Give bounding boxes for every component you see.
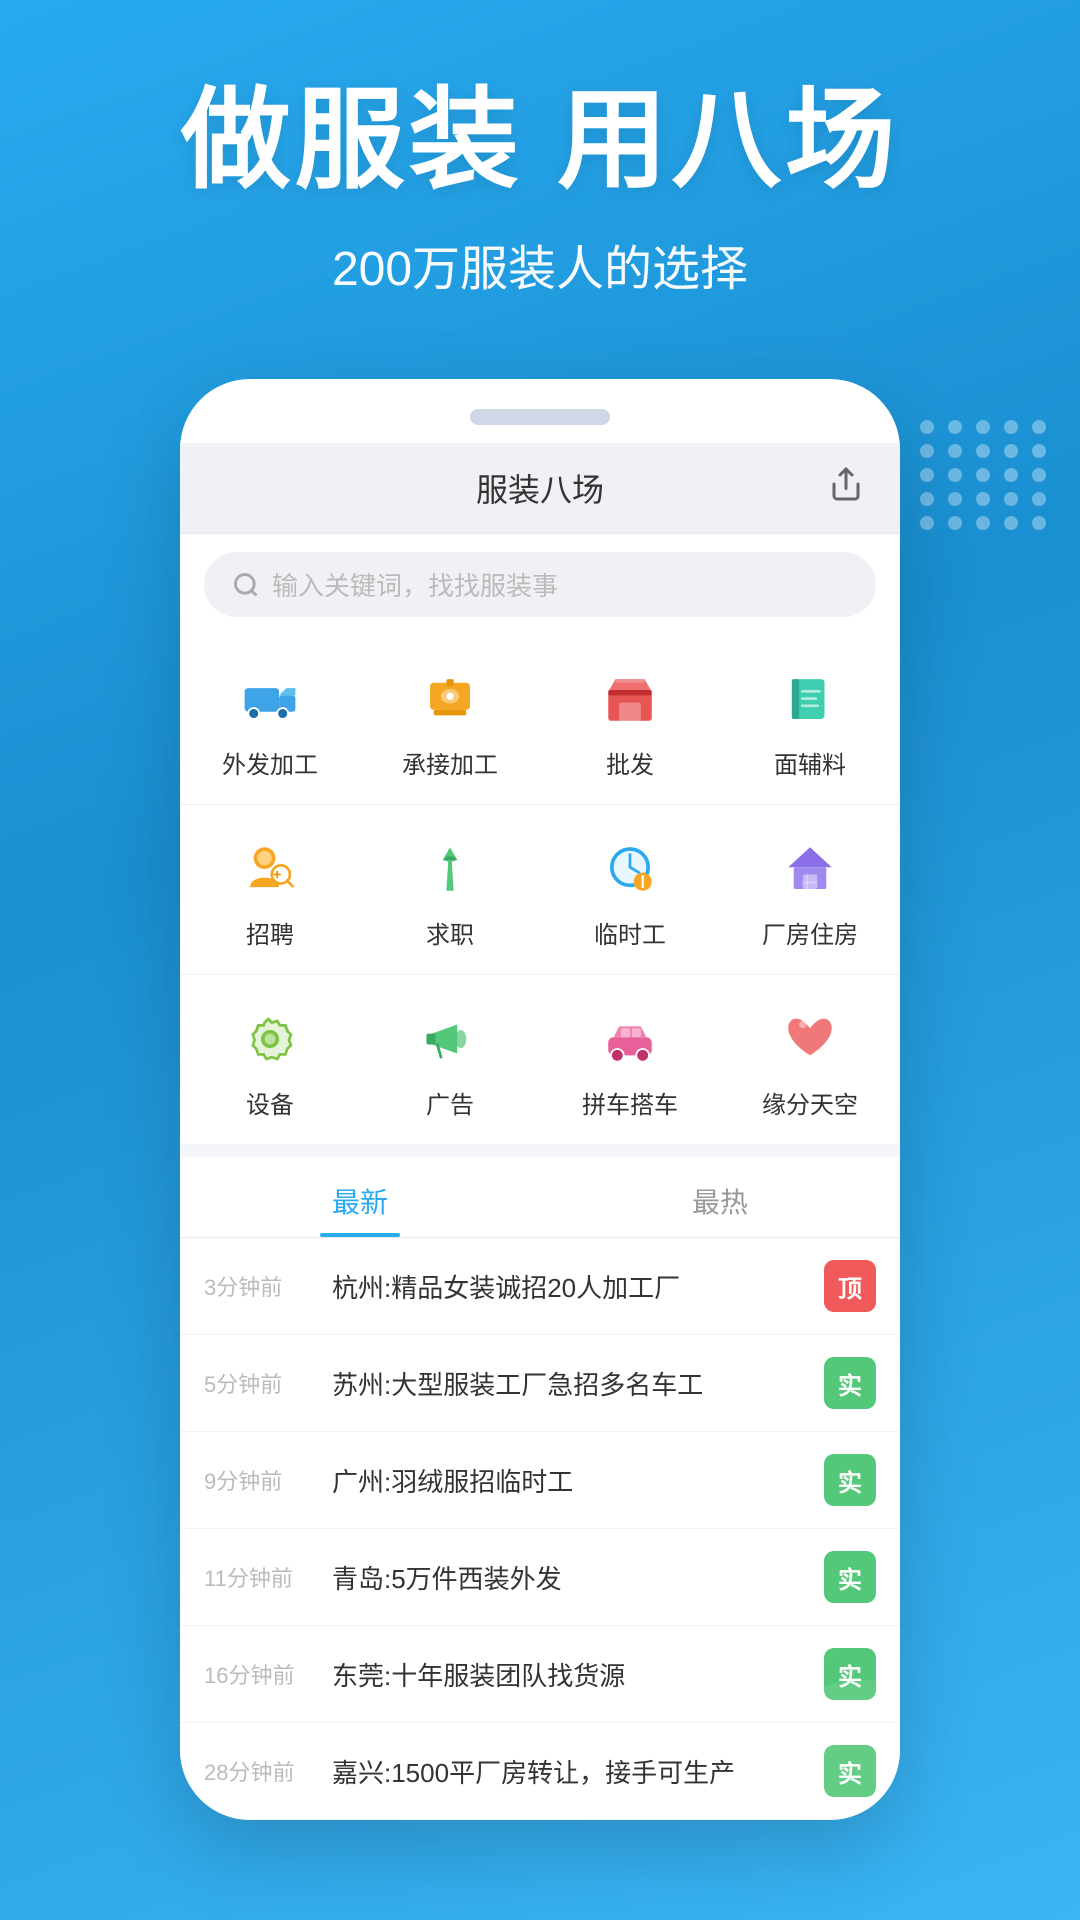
category-label-pifa: 批发 (606, 745, 654, 780)
feed-badge-1: 实 (824, 1357, 876, 1409)
category-label-linshi: 临时工 (594, 915, 666, 950)
feed-content-2: 广州:羽绒服招临时工 (332, 1462, 806, 1499)
search-input-wrap[interactable]: 输入关键词，找找服装事 (204, 552, 876, 617)
category-qiuzhi[interactable]: 求职 (360, 815, 540, 968)
heart-icon (778, 1007, 842, 1071)
car-icon (598, 1007, 662, 1071)
feed-content-3: 青岛:5万件西装外发 (332, 1559, 806, 1596)
house-icon (778, 837, 842, 901)
feed-time-1: 5分钟前 (204, 1367, 314, 1399)
category-changfang-zhufang[interactable]: 厂房住房 (720, 815, 900, 968)
category-label-pinche: 拼车搭车 (582, 1085, 678, 1120)
search-placeholder: 输入关键词，找找服装事 (272, 566, 558, 603)
search-icon (232, 571, 260, 599)
feed-content-1: 苏州:大型服装工厂急招多名车工 (332, 1365, 806, 1402)
app-header: 服装八场 (180, 443, 900, 534)
category-zhaopin[interactable]: 招聘 (180, 815, 360, 968)
tab-zure[interactable]: 最热 (540, 1159, 900, 1237)
feed-content-5: 嘉兴:1500平厂房转让，接手可生产 (332, 1753, 806, 1790)
hero-section: 做服装 用八场 200万服装人的选择 (0, 0, 1080, 359)
category-chengjie-jiagong[interactable]: 承接加工 (360, 645, 540, 798)
feed-badge-2: 实 (824, 1454, 876, 1506)
tab-bar: 最新 最热 (180, 1159, 900, 1238)
share-icon[interactable] (828, 466, 864, 511)
megaphone-icon (418, 1007, 482, 1071)
feed-content-4: 东莞:十年服装团队找货源 (332, 1656, 806, 1693)
category-mian-fuliao[interactable]: 面辅料 (720, 645, 900, 798)
category-yuanfen-tiankong[interactable]: 缘分天空 (720, 985, 900, 1138)
app-title: 服装八场 (476, 465, 604, 511)
category-shebei[interactable]: 设备 (180, 985, 360, 1138)
category-pinche-dache[interactable]: 拼车搭车 (540, 985, 720, 1138)
category-label-zhaopin: 招聘 (246, 915, 294, 950)
clock-icon (598, 837, 662, 901)
sewing-icon (418, 667, 482, 731)
feed-time-4: 16分钟前 (204, 1658, 314, 1690)
feed-item-2[interactable]: 9分钟前 广州:羽绒服招临时工 实 (180, 1432, 900, 1529)
phone-outer: 服装八场 输入关键词，找找服装事 (180, 379, 900, 1820)
truck-icon (238, 667, 302, 731)
feed-time-5: 28分钟前 (204, 1755, 314, 1787)
category-label-mian: 面辅料 (774, 745, 846, 780)
hero-title: 做服装 用八场 (0, 80, 1080, 201)
feed-time-3: 11分钟前 (204, 1561, 314, 1593)
feed-item-3[interactable]: 11分钟前 青岛:5万件西装外发 实 (180, 1529, 900, 1626)
category-linshi-gong[interactable]: 临时工 (540, 815, 720, 968)
search-bar: 输入关键词，找找服装事 (180, 534, 900, 635)
category-pifa[interactable]: 批发 (540, 645, 720, 798)
feed-time-2: 9分钟前 (204, 1464, 314, 1496)
category-label-waifa: 外发加工 (222, 745, 318, 780)
category-label-yuanfen: 缘分天空 (762, 1085, 858, 1120)
phone-notch (180, 409, 900, 425)
feed-content-0: 杭州:精品女装诚招20人加工厂 (332, 1268, 806, 1305)
phone-mockup: 服装八场 输入关键词，找找服装事 (0, 379, 1080, 1820)
feed-item-1[interactable]: 5分钟前 苏州:大型服装工厂急招多名车工 实 (180, 1335, 900, 1432)
hero-subtitle: 200万服装人的选择 (0, 229, 1080, 299)
category-label-changfang: 厂房住房 (762, 915, 858, 950)
store-icon (598, 667, 662, 731)
category-grid-row1: 外发加工 承接加工 (180, 635, 900, 805)
category-label-chengjie: 承接加工 (402, 745, 498, 780)
feed-item-0[interactable]: 3分钟前 杭州:精品女装诚招20人加工厂 顶 (180, 1238, 900, 1335)
tab-zuixin[interactable]: 最新 (180, 1159, 540, 1237)
feed-badge-0: 顶 (824, 1260, 876, 1312)
phone-notch-bar (470, 409, 610, 425)
category-label-qiuzhi: 求职 (426, 915, 474, 950)
feed-time-0: 3分钟前 (204, 1270, 314, 1302)
feed-badge-3: 实 (824, 1551, 876, 1603)
tie-icon (418, 837, 482, 901)
book-icon (778, 667, 842, 731)
category-label-guanggao: 广告 (426, 1085, 474, 1120)
category-grid-row3: 设备 广告 (180, 975, 900, 1145)
gear-icon (238, 1007, 302, 1071)
category-grid-row2: 招聘 求职 (180, 805, 900, 975)
recruit-icon (238, 837, 302, 901)
category-waifa-jiagong[interactable]: 外发加工 (180, 645, 360, 798)
row-divider (180, 1145, 900, 1157)
category-label-shebei: 设备 (246, 1085, 294, 1120)
category-guanggao[interactable]: 广告 (360, 985, 540, 1138)
